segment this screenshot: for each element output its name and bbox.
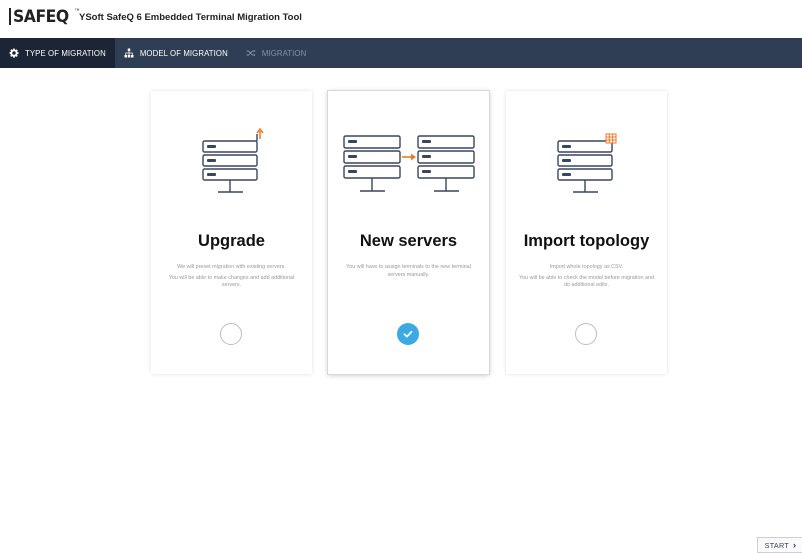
tab-label: TYPE OF MIGRATION	[25, 48, 106, 58]
logo-text: SAFEQ	[13, 7, 69, 27]
card-new-servers[interactable]: New servers You will have to assign term…	[328, 91, 489, 374]
select-radio[interactable]	[220, 323, 242, 345]
card-title: Upgrade	[198, 232, 265, 250]
start-label: START	[764, 540, 790, 550]
chevron-right-icon: ›	[793, 539, 797, 550]
logo-bar	[9, 8, 11, 25]
safeq-logo: SAFEQ ™	[9, 7, 80, 27]
card-title: New servers	[359, 232, 458, 250]
check-icon	[403, 330, 413, 338]
tab-model-of-migration[interactable]: MODEL OF MIGRATION	[115, 38, 237, 68]
card-import-topology[interactable]: Import topology Import whole topology as…	[506, 91, 667, 374]
card-desc-line: We will preset migration with existing s…	[177, 264, 286, 270]
select-radio-checked[interactable]	[397, 323, 419, 345]
server-upgrade-icon	[151, 91, 312, 221]
app-title: YSoft SafeQ 6 Embedded Terminal Migratio…	[79, 12, 302, 23]
server-import-icon	[506, 91, 667, 221]
card-description: We will preset migration with existing s…	[161, 264, 302, 293]
card-desc-line: You will be able to make changes and add…	[168, 274, 295, 289]
header: SAFEQ ™ YSoft SafeQ 6 Embedded Terminal …	[0, 0, 802, 38]
card-description: You will have to assign terminals to the…	[338, 264, 479, 282]
card-desc-line: You will have to assign terminals to the…	[346, 264, 471, 278]
select-radio[interactable]	[575, 323, 597, 345]
tab-type-of-migration[interactable]: TYPE OF MIGRATION	[0, 38, 115, 68]
gear-icon	[9, 48, 19, 58]
card-description: Import whole topology as CSV. You will b…	[516, 264, 657, 293]
wizard-nav: TYPE OF MIGRATION MODEL OF MIGRATION MIG…	[0, 38, 802, 68]
tab-migration: MIGRATION	[237, 38, 316, 68]
hierarchy-icon	[124, 48, 134, 58]
start-button[interactable]: START ›	[757, 537, 802, 553]
tab-label: MODEL OF MIGRATION	[139, 48, 228, 58]
card-desc-line: Import whole topology as CSV.	[549, 264, 624, 270]
card-title: Import topology	[523, 232, 650, 250]
card-desc-line: You will be able to check the model befo…	[519, 274, 654, 289]
shuffle-icon	[246, 48, 256, 58]
card-upgrade[interactable]: Upgrade We will preset migration with ex…	[151, 91, 312, 374]
server-migrate-icon	[328, 91, 489, 221]
tab-label: MIGRATION	[261, 48, 307, 58]
